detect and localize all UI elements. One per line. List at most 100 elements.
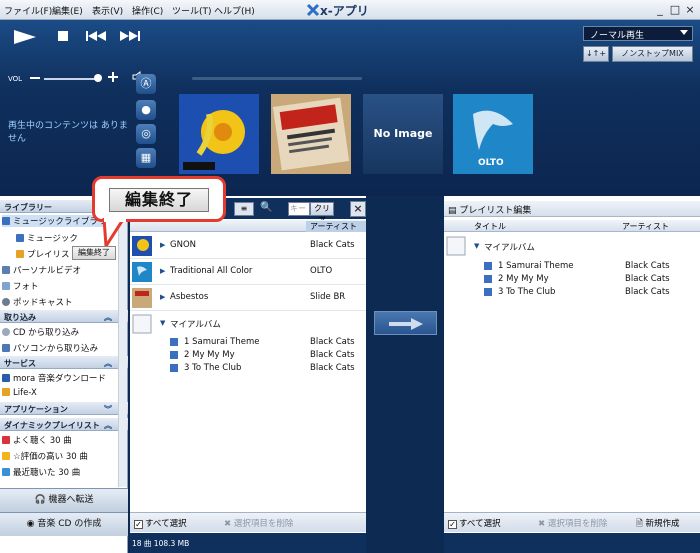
playlist-edit-panel: ▤ プレイリスト編集 タイトル アーティスト ▼ マイアルバム 1 Samura… <box>444 196 700 553</box>
menu-edit[interactable]: 編集(E) <box>52 4 83 17</box>
nonstop-mix-button[interactable]: ノンストップMIX <box>612 46 693 62</box>
select-all-button[interactable]: ✓ すべて選択 <box>448 517 501 529</box>
note-icon <box>484 275 492 283</box>
import-header-label: 取り込み <box>4 313 36 322</box>
album-artist: Black Cats <box>310 240 355 250</box>
collapse-icon[interactable]: ︽ <box>104 358 112 369</box>
sidebar-item-top-rated[interactable]: ☆評価の高い 30 曲 <box>2 450 88 462</box>
volume-slider[interactable] <box>44 78 99 80</box>
delete-selected-button[interactable]: ✖ 選択項目を削除 <box>224 517 293 529</box>
column-title[interactable]: タイトル <box>474 221 506 232</box>
maximize-button[interactable]: □ <box>669 4 681 16</box>
track-row[interactable]: 1 Samurai Theme Black Cats <box>130 336 366 349</box>
grid-icon[interactable]: ▦ <box>136 148 156 168</box>
sidebar-item-frequent[interactable]: よく聴く 30 曲 <box>2 434 72 446</box>
collapse-icon[interactable]: ︽ <box>104 420 112 431</box>
sidebar-item-photo[interactable]: フォト <box>2 280 39 292</box>
finish-edit-button[interactable]: 編集終了 <box>72 246 116 260</box>
playlist-album-row[interactable]: ▼ マイアルバム <box>444 234 700 260</box>
sidebar-item-playlist[interactable]: プレイリスト <box>16 248 78 260</box>
volume-down-icon[interactable] <box>30 75 40 81</box>
menu-help[interactable]: ヘルプ(H) <box>214 4 255 17</box>
track-row[interactable]: 2 My My My Black Cats <box>130 349 366 362</box>
sidebar-item-lifex[interactable]: Life-X <box>2 388 37 398</box>
lifex-icon <box>2 388 10 396</box>
album-art-placeholder[interactable]: No Image <box>363 94 443 174</box>
note-icon <box>170 351 178 359</box>
table-row[interactable]: ▼ マイアルバム <box>130 311 366 337</box>
dynamic-header: ダイナミックプレイリスト ︽ <box>0 418 128 431</box>
photo-icon <box>2 282 10 290</box>
column-artist[interactable]: アーティスト <box>306 221 366 232</box>
table-row[interactable]: ▶ Asbestos Slide BR <box>130 285 366 311</box>
close-icon[interactable]: × <box>350 201 366 217</box>
menu-operation[interactable]: 操作(C) <box>132 4 163 17</box>
next-icon[interactable] <box>120 31 140 41</box>
table-row[interactable]: ▶ GNON Black Cats <box>130 233 366 259</box>
status-bar: 18 曲 108.3 MB <box>130 533 366 553</box>
stop-icon[interactable] <box>58 31 68 41</box>
seek-bar[interactable] <box>192 77 362 80</box>
close-window-button[interactable]: × <box>684 4 696 16</box>
sidebar-item-music[interactable]: ミュージック <box>16 232 78 244</box>
playlist-track-row[interactable]: 2 My My My Black Cats <box>444 273 700 286</box>
album-artist: OLTO <box>310 266 333 276</box>
track-artist: Black Cats <box>625 261 670 271</box>
play-icon[interactable] <box>14 30 36 44</box>
previous-icon[interactable] <box>86 31 106 41</box>
sidebar-item-label: よく聴く 30 曲 <box>13 436 72 446</box>
sidebar-item-podcast[interactable]: ポッドキャスト <box>2 296 73 308</box>
album-art-asbestos[interactable] <box>271 94 351 174</box>
menu-view[interactable]: 表示(V) <box>92 4 123 17</box>
search-icon[interactable]: 🔍 <box>260 202 284 216</box>
new-file-icon: 🗎 <box>636 519 643 529</box>
expand-arrow-icon[interactable]: ▶ <box>160 293 165 301</box>
note-icon <box>484 288 492 296</box>
disc-icon[interactable]: ◎ <box>136 124 156 144</box>
zoom-icon[interactable]: Ⓐ <box>136 74 156 94</box>
table-row[interactable]: ▶ Traditional All Color OLTO <box>130 259 366 285</box>
clear-button[interactable]: クリア <box>310 202 334 225</box>
menu-file[interactable]: ファイル(F) <box>4 4 52 17</box>
sidebar-item-label: mora 音楽ダウンロード <box>13 374 106 384</box>
play-mode-select[interactable]: ノーマル再生 <box>583 26 693 41</box>
delete-selected-button[interactable]: ✖ 選択項目を削除 <box>538 517 607 529</box>
sidebar-item-cd-import[interactable]: CD から取り込み <box>2 326 79 338</box>
volume-up-icon[interactable] <box>108 72 118 82</box>
volume-knob[interactable] <box>94 74 102 82</box>
search-input[interactable]: キー <box>288 202 310 216</box>
view-toggle-icon[interactable]: ≡ <box>234 202 254 216</box>
expand-arrow-icon[interactable]: ▶ <box>160 267 165 275</box>
playlist-track-row[interactable]: 3 To The Club Black Cats <box>444 286 700 299</box>
collapse-arrow-icon[interactable]: ▼ <box>474 242 479 250</box>
delete-icon: ✖ <box>224 519 232 529</box>
sidebar-item-pc-import[interactable]: パソコンから取り込み <box>2 342 98 354</box>
album-title: GNON <box>170 240 196 250</box>
collapse-arrow-icon[interactable]: ▼ <box>160 319 165 327</box>
track-title: 3 To The Club <box>184 363 242 373</box>
new-create-button[interactable]: 🗎 新規作成 <box>636 517 680 532</box>
sidebar-item-label: ミュージック <box>27 234 78 244</box>
album-thumb <box>132 236 152 256</box>
expand-icon[interactable]: ︾ <box>104 404 112 415</box>
person-icon[interactable]: ● <box>136 100 156 120</box>
shuffle-button[interactable]: ↓↑+ <box>583 46 609 62</box>
sidebar-scrollbar[interactable] <box>118 222 127 487</box>
minimize-button[interactable]: _ <box>654 4 666 16</box>
sidebar-item-recent[interactable]: 最近聴いた 30 曲 <box>2 466 80 478</box>
chevron-down-icon <box>680 30 688 35</box>
album-art-gnon[interactable] <box>179 94 259 174</box>
sidebar-item-mora[interactable]: mora 音楽ダウンロード <box>2 372 106 384</box>
menu-tools[interactable]: ツール(T) <box>172 4 212 17</box>
expand-arrow-icon[interactable]: ▶ <box>160 241 165 249</box>
column-artist[interactable]: アーティスト <box>622 221 669 232</box>
collapse-icon[interactable]: ︽ <box>104 312 112 323</box>
transfer-button[interactable]: 🎧 機器へ転送 <box>0 488 128 512</box>
create-cd-button[interactable]: ◉ 音楽 CD の作成 <box>0 512 128 536</box>
select-all-button[interactable]: ✓ すべて選択 <box>134 517 187 529</box>
add-to-playlist-button[interactable] <box>374 311 437 335</box>
playlist-track-row[interactable]: 1 Samurai Theme Black Cats <box>444 260 700 273</box>
service-header: サービス ︽ <box>0 356 128 369</box>
sidebar-item-video[interactable]: パーソナルビデオ <box>2 264 81 276</box>
track-row[interactable]: 3 To The Club Black Cats <box>130 362 366 375</box>
